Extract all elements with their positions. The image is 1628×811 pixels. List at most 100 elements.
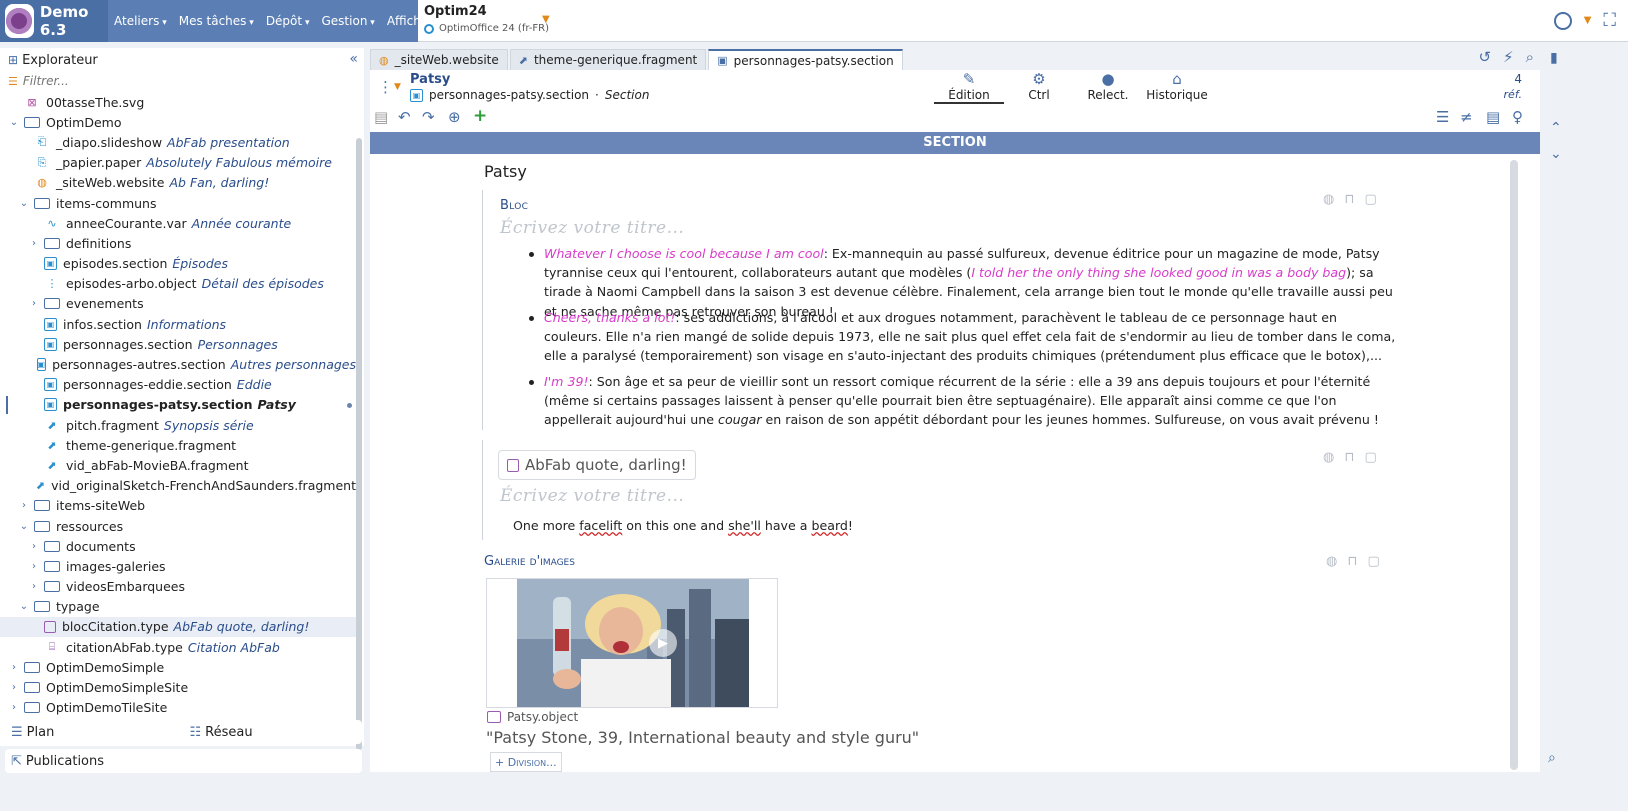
gallery-image[interactable]: ▶: [517, 579, 749, 707]
chevron-right-icon[interactable]: ›: [8, 682, 20, 693]
tree-item[interactable]: › items-siteWeb: [0, 496, 356, 516]
menu-depot[interactable]: Dépôt: [260, 14, 316, 28]
editor-tab[interactable]: ⬈ theme-generique.fragment: [509, 49, 707, 70]
filter-settings-icon[interactable]: ☰: [1436, 108, 1449, 126]
user-icon[interactable]: [1553, 11, 1572, 30]
globe-icon[interactable]: ◍: [1323, 192, 1334, 207]
tree-item[interactable]: ⬈ theme-generique.fragment: [0, 435, 356, 455]
chevron-right-icon[interactable]: ›: [18, 500, 30, 511]
tab-reseau[interactable]: ☷ Réseau: [184, 725, 363, 740]
product-caret-icon[interactable]: ▼: [542, 14, 550, 25]
chevron-right-icon[interactable]: ›: [8, 662, 20, 673]
tree-item[interactable]: ⌄ OptimDemo: [0, 112, 356, 132]
kebab-menu-icon[interactable]: ⋮: [378, 78, 393, 96]
tree-item[interactable]: › OptimDemoSimple: [0, 657, 356, 677]
doc-caret-icon[interactable]: ▼: [394, 82, 401, 92]
chevron-right-icon[interactable]: ›: [28, 541, 40, 552]
history-icon[interactable]: ↺: [1478, 48, 1491, 66]
list-item[interactable]: Cheers, thanks a lot!: ses addictions, à…: [529, 308, 1396, 366]
view-tab-historique[interactable]: ⌂ Historique: [1142, 70, 1212, 104]
tree-item[interactable]: ▣ episodes.section Épisodes: [0, 254, 356, 274]
tree-item[interactable]: ⬈ pitch.fragment Synopsis série: [0, 415, 356, 435]
lightning-icon[interactable]: ⚡: [1503, 48, 1514, 66]
tree-item[interactable]: ▣ infos.section Informations: [0, 314, 356, 334]
chevron-up-icon[interactable]: ⌃: [1550, 120, 1562, 136]
tree-item[interactable]: ⋮ episodes-arbo.object Détail des épisodes: [0, 274, 356, 294]
menu-ateliers[interactable]: Ateliers: [108, 14, 173, 28]
view-tab-relect[interactable]: ● Relect.: [1073, 70, 1143, 104]
publications-tab[interactable]: ⇱ Publications: [5, 749, 362, 773]
editor-tab[interactable]: ◍ _siteWeb.website: [370, 49, 508, 70]
zoom-search-icon[interactable]: ⌕: [1548, 750, 1556, 766]
tree-item-active[interactable]: ▣ personnages-patsy.section Patsy: [0, 395, 356, 415]
search-icon[interactable]: ⌕: [1526, 48, 1534, 66]
tree-item[interactable]: › OptimDemoTileSite: [0, 698, 356, 718]
tree-scrollbar[interactable]: [356, 138, 362, 750]
play-icon[interactable]: ▶: [649, 629, 677, 657]
content-scrollbar[interactable]: [1510, 160, 1518, 770]
user-caret-icon[interactable]: ▼: [1584, 15, 1592, 26]
tree-item[interactable]: ▣ personnages-eddie.section Eddie: [0, 375, 356, 395]
lightbulb-icon[interactable]: ♀: [1512, 108, 1523, 126]
tree-item[interactable]: ⊠ 00tasseThe.svg: [0, 92, 356, 112]
tree-item[interactable]: › documents: [0, 536, 356, 556]
chevron-right-icon[interactable]: ›: [28, 298, 40, 309]
quote-type-badge[interactable]: AbFab quote, darling!: [498, 450, 696, 480]
gallery-frame[interactable]: ▶: [486, 578, 778, 708]
tree-item[interactable]: › definitions: [0, 233, 356, 253]
chevron-down-icon[interactable]: ⌄: [18, 601, 30, 612]
chevron-down-icon[interactable]: ⌄: [1550, 146, 1562, 162]
add-division-button[interactable]: + Division...: [490, 752, 562, 772]
presentation-icon[interactable]: ⊓: [1344, 192, 1354, 207]
undo-icon[interactable]: ↶: [398, 108, 411, 126]
globe-icon[interactable]: ◍: [1326, 554, 1337, 569]
section-title[interactable]: Patsy: [484, 162, 527, 181]
target-icon[interactable]: ⊕: [448, 108, 461, 126]
tree-item[interactable]: › evenements: [0, 294, 356, 314]
bookmark-icon[interactable]: ▮: [1550, 50, 1558, 66]
chevron-down-icon[interactable]: ⌄: [8, 117, 20, 128]
list-item[interactable]: I'm 39!: Son âge et sa peur de vieillir …: [529, 372, 1396, 430]
globe-icon[interactable]: ◍: [1323, 450, 1334, 465]
tree-item[interactable]: ⌸ citationAbFab.type Citation AbFab: [0, 637, 356, 657]
tree-item[interactable]: ⎗ _diapo.slideshow AbFab presentation: [0, 132, 356, 152]
list-view-icon[interactable]: ▤: [1486, 108, 1500, 126]
tree-item[interactable]: ⬈ vid_originalSketch-FrenchAndSaunders.fr…: [0, 476, 356, 496]
page-icon[interactable]: ▢: [1368, 554, 1380, 569]
tree-item[interactable]: › videosEmbarquees: [0, 577, 356, 597]
tree-item[interactable]: ▣ personnages-autres.section Autres person…: [0, 354, 356, 374]
tab-plan[interactable]: ☰ Plan: [5, 725, 184, 740]
presentation-icon[interactable]: ⊓: [1347, 554, 1357, 569]
tree-item[interactable]: ◍ _siteWeb.website Ab Fan, darling!: [0, 173, 356, 193]
tree-item[interactable]: ⬈ vid_abFab-MovieBA.fragment: [0, 455, 356, 475]
reference-count[interactable]: 4 réf.: [1504, 72, 1522, 102]
menu-mes-taches[interactable]: Mes tâches: [173, 14, 260, 28]
presentation-icon[interactable]: ⊓: [1344, 450, 1354, 465]
not-equal-icon[interactable]: ≠: [1460, 108, 1473, 126]
add-icon[interactable]: +: [473, 106, 487, 126]
page-icon[interactable]: ▢: [1365, 450, 1377, 465]
tree-item[interactable]: ▣ personnages.section Personnages: [0, 334, 356, 354]
tree-item[interactable]: ⌄ ressources: [0, 516, 356, 536]
filter-input[interactable]: [22, 74, 323, 88]
chevron-down-icon[interactable]: ⌄: [18, 521, 30, 532]
tree-item[interactable]: ⌄ typage: [0, 597, 356, 617]
tree-item[interactable]: ∿ anneeCourante.var Année courante: [0, 213, 356, 233]
page-icon[interactable]: ▢: [1365, 192, 1377, 207]
tree-item[interactable]: ⎘ _papier.paper Absolutely Fabulous mémoir…: [0, 153, 356, 173]
chevron-right-icon[interactable]: ›: [8, 702, 20, 713]
chevron-right-icon[interactable]: ›: [28, 561, 40, 572]
tree-item[interactable]: › OptimDemoSimpleSite: [0, 677, 356, 697]
quote-title-placeholder[interactable]: Écrivez votre titre...: [500, 486, 684, 506]
tree-item[interactable]: ⌄ items-communs: [0, 193, 356, 213]
app-brand[interactable]: Demo 6.3: [0, 0, 108, 42]
tree-item[interactable]: blocCitation.type AbFab quote, darling!: [0, 616, 356, 638]
collapse-panel-icon[interactable]: «: [349, 51, 358, 67]
chevron-right-icon[interactable]: ›: [28, 238, 40, 249]
quote-body[interactable]: One more facelift on this one and she'll…: [513, 518, 853, 533]
redo-icon[interactable]: ↷: [422, 108, 435, 126]
chevron-right-icon[interactable]: ›: [28, 581, 40, 592]
editor-tab-active[interactable]: ▣ personnages-patsy.section: [708, 49, 903, 70]
view-tab-edition[interactable]: ✎ Édition: [934, 70, 1004, 104]
save-icon[interactable]: ▤: [374, 108, 388, 126]
